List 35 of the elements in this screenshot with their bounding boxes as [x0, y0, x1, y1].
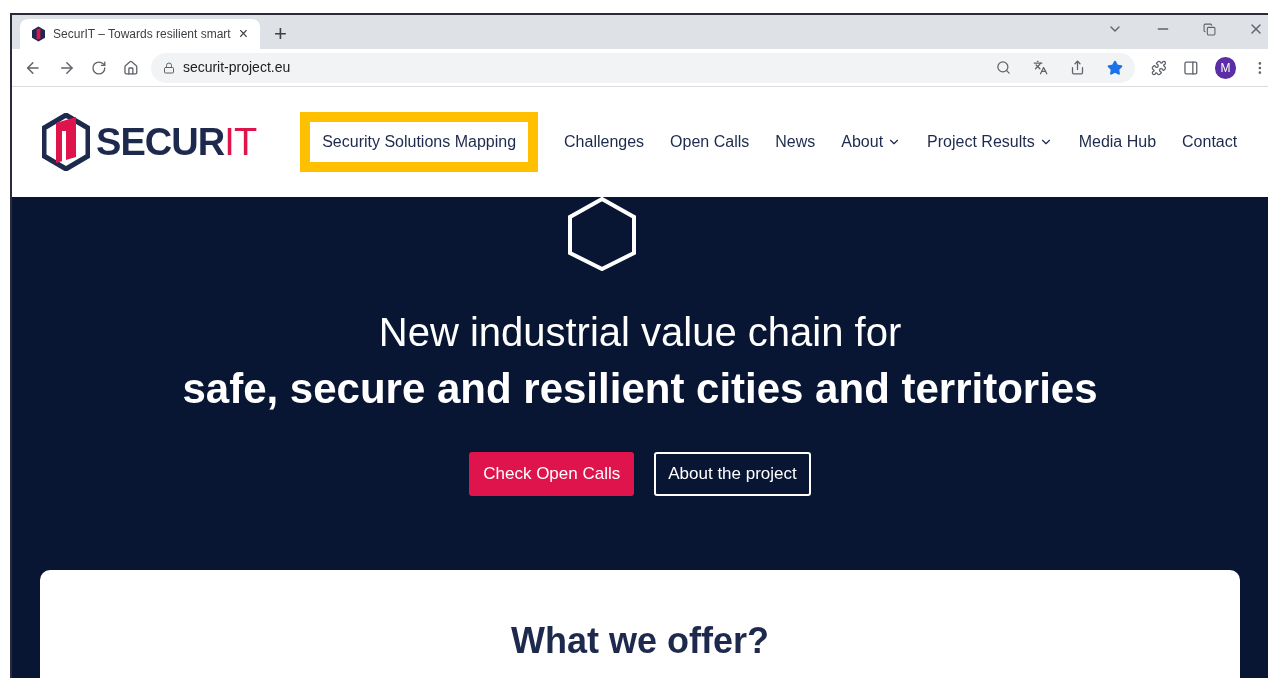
- puzzle-icon[interactable]: [1151, 59, 1167, 76]
- translate-icon[interactable]: [1033, 60, 1049, 75]
- nav-link[interactable]: News: [775, 130, 816, 154]
- search-icon[interactable]: [996, 60, 1012, 75]
- hero-title: New industrial value chain for: [378, 309, 902, 356]
- side-panel-icon[interactable]: [1182, 59, 1199, 76]
- hero-subtitle: safe, secure and resilient cities and territories: [182, 364, 1098, 414]
- profile-avatar[interactable]: M: [1214, 56, 1237, 79]
- tab-title: SecurIT – Towards resilient smart: [53, 26, 231, 43]
- restore-icon[interactable]: [1203, 22, 1216, 36]
- share-icon[interactable]: [1070, 60, 1086, 75]
- nav-link[interactable]: Challenges: [564, 130, 645, 154]
- shield-logo-icon: [32, 26, 46, 42]
- nav-link[interactable]: Open Calls: [670, 130, 750, 154]
- nav-link[interactable]: Security Solutions Mapping: [322, 130, 517, 154]
- tab-close-button[interactable]: ×: [238, 22, 248, 46]
- site-logo[interactable]: SECURIT: [42, 113, 257, 171]
- hexagon-logo-icon: [42, 113, 90, 171]
- hero-button[interactable]: Check Open Calls: [469, 451, 635, 496]
- nav-link[interactable]: Media Hub: [1078, 130, 1157, 154]
- card-title: What we offer?: [511, 618, 769, 663]
- nav-link[interactable]: Contact: [1182, 130, 1238, 154]
- star-icon[interactable]: [1107, 59, 1124, 76]
- reload-icon[interactable]: [91, 59, 108, 76]
- browser-tab[interactable]: SecurIT – Towards resilient smart ×: [20, 19, 260, 49]
- address-bar[interactable]: securit-project.eu: [150, 52, 1136, 83]
- url-text: securit-project.eu: [182, 58, 292, 77]
- logo-wordmark: SECURIT: [96, 119, 257, 165]
- hexagon-outline-icon: [568, 197, 636, 271]
- nav-link[interactable]: About: [841, 130, 902, 154]
- lock-icon: [162, 61, 175, 74]
- hero-button[interactable]: About the project: [654, 451, 811, 496]
- new-tab-button[interactable]: +: [274, 23, 287, 45]
- nav-link[interactable]: Project Results: [927, 130, 1053, 154]
- home-icon[interactable]: [123, 59, 139, 76]
